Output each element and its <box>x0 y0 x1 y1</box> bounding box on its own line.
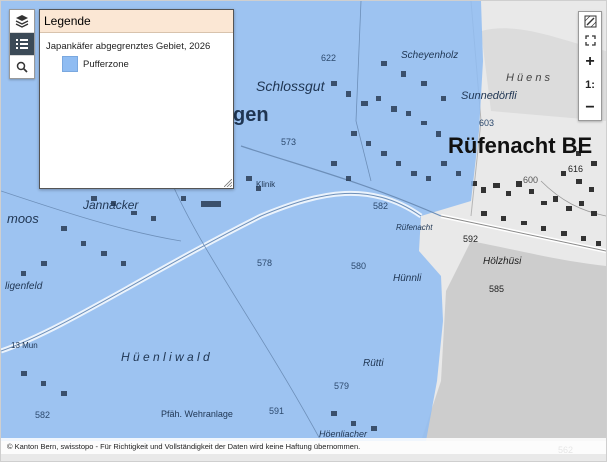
legend-body: Japankäfer abgegrenztes Gebiet, 2026 Puf… <box>40 33 233 80</box>
layers-icon <box>15 15 29 28</box>
label-huens: H ü e n s <box>506 72 551 84</box>
elev-622: 622 <box>321 53 336 63</box>
label-gen: gen <box>233 104 269 126</box>
search-button[interactable] <box>10 55 34 78</box>
resize-handle-icon[interactable] <box>224 179 232 187</box>
elev-579: 579 <box>334 381 349 391</box>
elev-582a: 582 <box>373 201 388 211</box>
elev-600: 600 <box>523 175 538 185</box>
layers-button[interactable] <box>10 10 34 32</box>
legend-list-icon <box>16 39 28 49</box>
label-klinik: Klinik <box>256 180 276 189</box>
label-moos: moos <box>7 211 39 226</box>
map-tool-button[interactable] <box>579 12 601 31</box>
label-ruefenacht: Rüfenacht BE <box>448 133 592 158</box>
elev-573: 573 <box>281 137 296 147</box>
label-ligenfeld: ligenfeld <box>5 281 43 292</box>
legend-entry-label: Pufferzone <box>83 58 129 70</box>
legend-swatch <box>62 56 78 72</box>
zoom-in-button[interactable]: + <box>579 50 601 74</box>
label-hoelzhuesi: Hölzhüsi <box>483 256 522 267</box>
label-rufenacht-small: Rüfenacht <box>396 223 433 232</box>
map-pencil-icon <box>584 15 596 28</box>
legend-entry: Pufferzone <box>62 56 227 72</box>
label-huenliwald: H ü e n l i w a l d <box>121 350 210 364</box>
label-schlossgut: Schlossgut <box>256 78 326 94</box>
attribution-text: © Kanton Bern, swisstopo - Für Richtigke… <box>1 438 606 454</box>
elev-578: 578 <box>257 258 272 268</box>
label-huennli: Hünnli <box>393 273 422 284</box>
fullscreen-button[interactable] <box>579 31 601 50</box>
left-toolbar <box>9 9 35 79</box>
legend-title: Legende <box>40 10 233 33</box>
label-sunnedoerfli: Sunnedörfli <box>461 90 517 102</box>
label-wehranlage: Pfäh. Wehranlage <box>161 409 233 419</box>
search-icon <box>16 61 28 73</box>
elev-616: 616 <box>568 164 583 174</box>
fullscreen-icon <box>584 35 596 46</box>
map-frame: Schlossgut Scheyenholz H ü e n s Sunnedö… <box>0 0 607 462</box>
elev-603: 603 <box>479 118 494 128</box>
legend-layer-name: Japankäfer abgegrenztes Gebiet, 2026 <box>46 41 211 52</box>
label-ruetti: Rütti <box>363 358 384 369</box>
elev-582b: 582 <box>35 410 50 420</box>
elev-591: 591 <box>269 406 284 416</box>
elev-580: 580 <box>351 261 366 271</box>
scale-button[interactable]: 1: <box>579 74 601 96</box>
elev-585: 585 <box>489 284 504 294</box>
elev-592: 592 <box>463 234 478 244</box>
label-jannacker: Jannacker <box>82 198 139 212</box>
label-scheyenholz: Scheyenholz <box>401 50 458 61</box>
legend-panel: Legende Japankäfer abgegrenztes Gebiet, … <box>39 9 234 189</box>
zoom-out-button[interactable]: − <box>579 96 601 120</box>
right-toolbar: + 1: − <box>578 11 602 121</box>
legend-button[interactable] <box>10 32 34 55</box>
label-mun: 13 Mun <box>11 341 38 350</box>
